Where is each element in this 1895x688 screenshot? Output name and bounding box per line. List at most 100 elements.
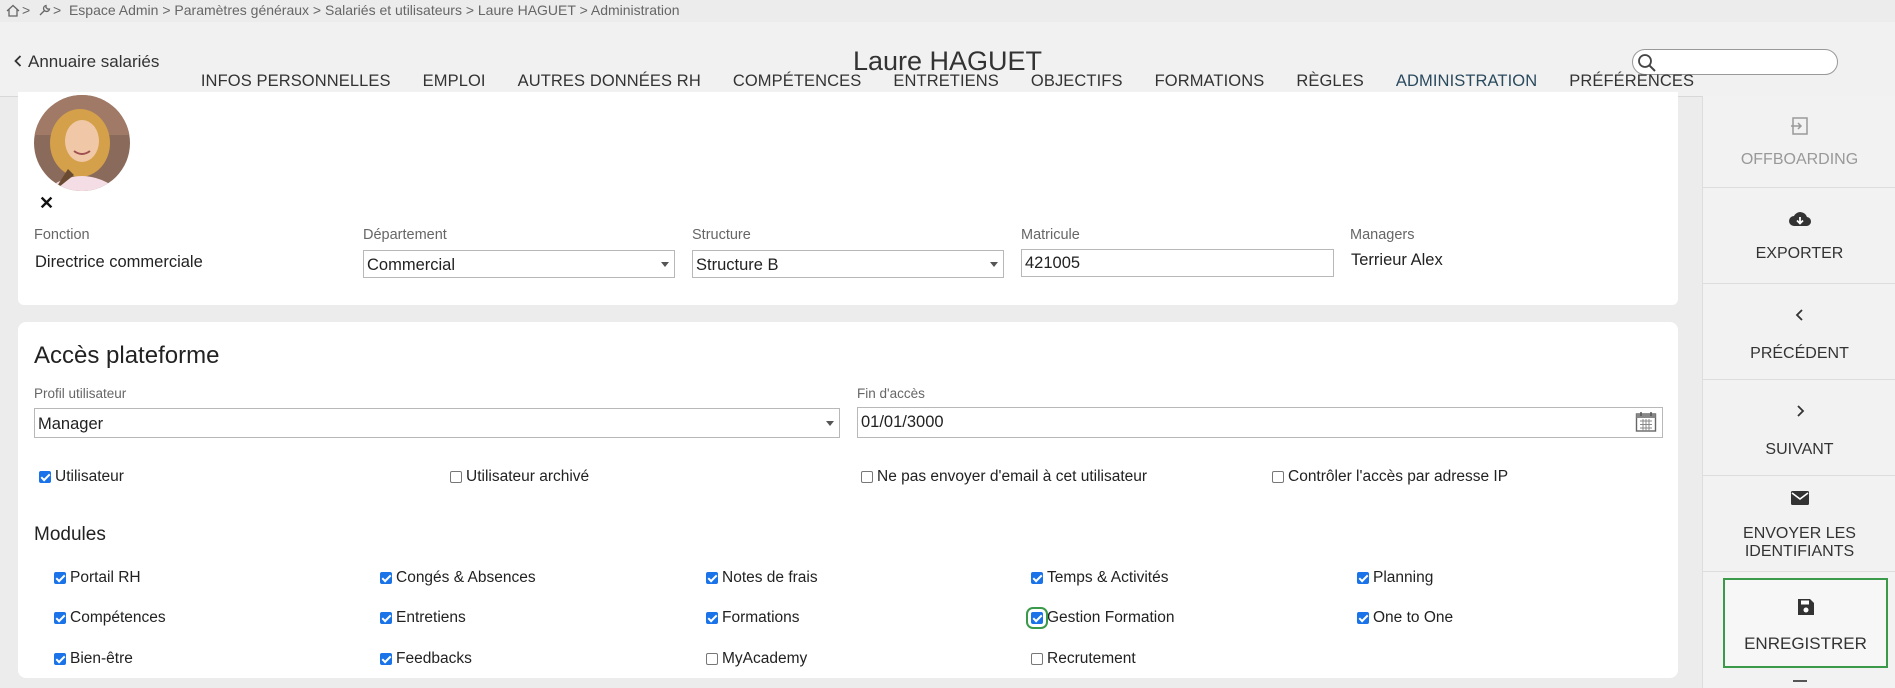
module-portail-rh-checkbox[interactable]: Portail RH <box>54 569 141 587</box>
modules-title: Modules <box>34 524 106 545</box>
checkbox-checked-icon <box>54 653 66 665</box>
offboarding-icon <box>1703 116 1895 141</box>
structure-value: Structure B <box>696 256 779 274</box>
tab-objectifs[interactable]: OBJECTIFS <box>1015 70 1139 94</box>
chevron-down-icon <box>661 262 669 267</box>
module-myacademy-checkbox[interactable]: MyAcademy <box>706 650 807 668</box>
tab-regles[interactable]: RÈGLES <box>1280 70 1380 94</box>
module-label: Formations <box>722 609 800 626</box>
mail-icon <box>1703 490 1895 511</box>
envoyer-identifiants-label: ENVOYER LES IDENTIFIANTS <box>1743 525 1856 560</box>
module-entretiens-checkbox[interactable]: Entretiens <box>380 609 466 627</box>
exporter-button[interactable]: EXPORTER <box>1703 188 1895 284</box>
fin-acces-value: 01/01/3000 <box>861 413 944 431</box>
precedent-label: PRÉCÉDENT <box>1750 345 1849 362</box>
tab-infos-personnelles[interactable]: INFOS PERSONNELLES <box>185 70 407 94</box>
save-icon <box>1725 598 1886 621</box>
module-label: Temps & Activités <box>1047 569 1169 586</box>
utilisateur-checkbox[interactable]: Utilisateur <box>39 468 124 486</box>
module-label: Compétences <box>70 609 166 626</box>
module-label: MyAcademy <box>722 650 808 667</box>
fonction-label: Fonction <box>34 227 90 243</box>
enregistrer-label: ENREGISTRER <box>1744 634 1867 653</box>
wrench-icon <box>38 4 51 17</box>
checkbox-unchecked-icon <box>861 471 873 483</box>
option-label: Utilisateur <box>55 468 124 485</box>
ip-control-checkbox[interactable]: Contrôler l'accès par adresse IP <box>1272 468 1508 486</box>
calendar-icon[interactable] <box>1635 411 1657 443</box>
tab-emploi[interactable]: EMPLOI <box>407 70 502 94</box>
checkbox-checked-icon <box>1357 572 1369 584</box>
suivant-button[interactable]: SUIVANT <box>1703 380 1895 476</box>
page-header: Annuaire salariés Laure HAGUET INFOS PER… <box>0 22 1895 97</box>
checkbox-checked-icon <box>380 572 392 584</box>
module-gestion-formation-checkbox[interactable]: Gestion Formation <box>1026 607 1175 629</box>
module-label: Bien-être <box>70 650 133 667</box>
module-competences-checkbox[interactable]: Compétences <box>54 609 166 627</box>
option-label: Ne pas envoyer d'email à cet utilisateur <box>877 468 1148 485</box>
module-conges-checkbox[interactable]: Congés & Absences <box>380 569 536 587</box>
departement-value: Commercial <box>367 256 456 274</box>
chevron-left-icon <box>1703 308 1895 327</box>
checkbox-unchecked-icon <box>450 471 462 483</box>
checkbox-checked-icon <box>54 572 66 584</box>
offboarding-label: OFFBOARDING <box>1740 151 1859 168</box>
option-label: Contrôler l'accès par adresse IP <box>1288 468 1509 485</box>
suivant-label: SUIVANT <box>1765 441 1834 458</box>
module-planning-checkbox[interactable]: Planning <box>1357 569 1433 587</box>
home-icon[interactable] <box>6 4 20 17</box>
breadcrumb-text[interactable]: > Espace Admin > Paramètres généraux > S… <box>53 2 680 18</box>
profil-select[interactable]: Manager <box>34 408 840 438</box>
module-temps-activites-checkbox[interactable]: Temps & Activités <box>1031 569 1168 587</box>
departement-select[interactable]: Commercial <box>363 250 675 278</box>
checkbox-checked-icon <box>380 653 392 665</box>
checkbox-checked-icon <box>1031 572 1043 584</box>
structure-select[interactable]: Structure B <box>692 250 1004 278</box>
more-actions-hint <box>1793 680 1807 688</box>
module-feedbacks-checkbox[interactable]: Feedbacks <box>380 650 472 668</box>
profil-value: Manager <box>38 415 104 433</box>
module-bien-etre-checkbox[interactable]: Bien-être <box>54 650 133 668</box>
module-label: Feedbacks <box>396 650 472 667</box>
fin-acces-input[interactable]: 01/01/3000 <box>857 407 1663 438</box>
tab-autres-donnees-rh[interactable]: AUTRES DONNÉES RH <box>502 70 717 94</box>
avatar[interactable] <box>34 95 130 191</box>
option-label: Utilisateur archivé <box>466 468 590 485</box>
profil-label: Profil utilisateur <box>34 386 127 401</box>
tab-formations[interactable]: FORMATIONS <box>1139 70 1281 94</box>
managers-label: Managers <box>1350 227 1415 243</box>
tab-preferences[interactable]: PRÉFÉRENCES <box>1553 70 1710 94</box>
matricule-input[interactable]: 421005 <box>1021 249 1334 277</box>
module-label: Planning <box>1373 569 1434 586</box>
module-label: Gestion Formation <box>1047 609 1175 626</box>
checkbox-checked-icon <box>380 612 392 624</box>
utilisateur-archive-checkbox[interactable]: Utilisateur archivé <box>450 468 589 486</box>
module-recrutement-checkbox[interactable]: Recrutement <box>1031 650 1136 668</box>
cloud-download-icon <box>1703 210 1895 233</box>
offboarding-button[interactable]: OFFBOARDING <box>1703 96 1895 188</box>
remove-photo-icon[interactable]: ✕ <box>39 193 54 214</box>
module-one-to-one-checkbox[interactable]: One to One <box>1357 609 1453 627</box>
breadcrumb: > Espace Admin > Paramètres généraux > S… <box>6 2 680 18</box>
tab-competences[interactable]: COMPÉTENCES <box>717 70 878 94</box>
module-label: Notes de frais <box>722 569 818 586</box>
managers-value[interactable]: Terrieur Alex <box>1351 251 1443 270</box>
breadcrumb-separator: > <box>22 2 31 18</box>
no-email-checkbox[interactable]: Ne pas envoyer d'email à cet utilisateur <box>861 468 1147 486</box>
module-label: Recrutement <box>1047 650 1136 667</box>
tab-entretiens[interactable]: ENTRETIENS <box>877 70 1015 94</box>
checkbox-checked-icon <box>54 612 66 624</box>
module-formations-checkbox[interactable]: Formations <box>706 609 800 627</box>
module-label: Portail RH <box>70 569 141 586</box>
fonction-value: Directrice commerciale <box>35 253 203 271</box>
checkbox-checked-icon <box>706 572 718 584</box>
access-section-title: Accès plateforme <box>34 342 220 369</box>
module-label: Entretiens <box>396 609 466 626</box>
module-notes-de-frais-checkbox[interactable]: Notes de frais <box>706 569 818 587</box>
enregistrer-button[interactable]: ENREGISTRER <box>1723 578 1888 668</box>
precedent-button[interactable]: PRÉCÉDENT <box>1703 284 1895 380</box>
actions-panel: OFFBOARDING EXPORTER PRÉCÉDENT SUIVANT E… <box>1702 96 1895 688</box>
envoyer-identifiants-button[interactable]: ENVOYER LES IDENTIFIANTS <box>1703 476 1895 572</box>
checkbox-unchecked-icon <box>1031 653 1043 665</box>
chevron-down-icon <box>826 421 834 426</box>
